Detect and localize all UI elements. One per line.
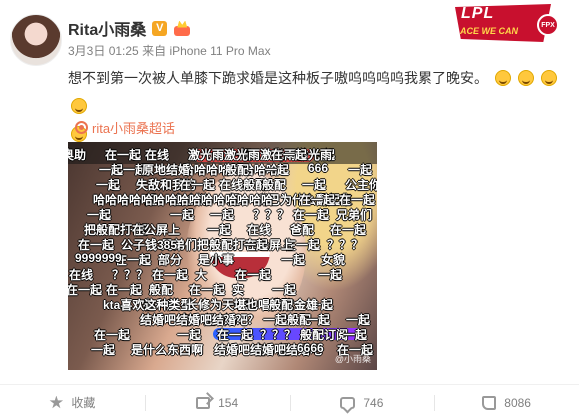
danmu-comment: 一起 <box>281 253 306 267</box>
danmu-comment: 大 <box>195 268 208 282</box>
post-image[interactable]: Onemoret... 同看虹宏超班呀喝 奥助 一起一起 失敌和我的 主会链 一起 在线在… <box>68 142 377 370</box>
share-icon <box>196 396 211 409</box>
favorite-label: 收藏 <box>71 396 96 410</box>
danmu-comment: ？？？ <box>327 238 364 252</box>
danmu-comment: 一起 <box>207 223 232 237</box>
danmu-comment: 一起 <box>306 313 331 327</box>
smile-emoji-icon <box>71 98 87 114</box>
danmu-comment: 在一起 <box>68 283 103 297</box>
team-logo: LPL ACE WE CAN FPX <box>455 4 559 42</box>
danmu-comment: ？？？ <box>253 208 290 222</box>
danmu-comment: 在一起 <box>271 148 308 162</box>
thumbs-up-icon <box>482 395 497 410</box>
danmu-layer: 奥助 一起一起 失敌和我的 主会链 一起 在线 在一起 女貌 在线 在一起 在一起 在一起 在一起 在一起… <box>68 142 377 370</box>
danmu-comment: 是什么东西啊 <box>131 343 204 357</box>
smile-emoji-icon <box>540 70 557 86</box>
supertopic-link[interactable]: rita小雨桑超话 <box>75 118 175 137</box>
favorite-button[interactable]: 收藏 <box>0 385 145 420</box>
danmu-comment: 一起 <box>343 328 368 342</box>
like-count: 8086 <box>504 395 531 410</box>
image-watermark: @小雨桑 <box>334 354 371 364</box>
source-prefix: 来自 <box>142 44 167 58</box>
share-button[interactable]: 154 <box>144 385 290 420</box>
danmu-comment: 爸配 <box>290 223 315 237</box>
danmu-comment: 在一起 <box>105 148 142 162</box>
user-header: Rita小雨桑 V <box>68 16 191 40</box>
danmu-comment: 公主你们可以直接说 <box>345 178 377 192</box>
danmu-comment: 666 <box>308 161 329 175</box>
user-name[interactable]: Rita小雨桑 <box>68 16 146 40</box>
danmu-comment: 般配 <box>225 163 250 177</box>
danmu-comment: 般配 <box>269 298 294 312</box>
danmu-comment: 哈哈哈哈哈哈哈哈哈哈哈哈哈哈哈 <box>93 193 274 207</box>
star-icon <box>49 395 64 409</box>
comment-icon <box>340 396 356 409</box>
source-device: iPhone 11 Pro Max <box>169 44 271 58</box>
comment-count: 746 <box>363 395 384 410</box>
smile-emoji-icon <box>494 70 511 86</box>
danmu-comment: 般配 <box>149 283 174 297</box>
verified-badge-icon: V <box>152 20 168 36</box>
danmu-comment: 一起 <box>244 238 269 252</box>
team-logo-slogan: ACE WE CAN <box>460 26 518 36</box>
smile-emoji-icon <box>517 70 534 86</box>
team-logo-title: LPL <box>461 5 495 22</box>
supertopic-label[interactable]: rita小雨桑超话 <box>92 118 175 137</box>
danmu-comment: ？？？ <box>260 328 297 342</box>
vip-crown-icon <box>173 21 191 36</box>
danmu-comment: 一起 <box>177 328 202 342</box>
comment-button[interactable]: 746 <box>289 385 435 420</box>
danmu-comment: 一起 <box>91 343 116 357</box>
danmu-comment: 部分 <box>158 253 183 267</box>
like-button[interactable]: 8086 <box>434 385 579 420</box>
action-bar: 收藏 154 746 8086 <box>0 384 579 420</box>
danmu-comment: ？？？ <box>223 313 260 327</box>
post-text: 想不到第一次被人单膝下跪求婚是这种板子嗷呜呜呜呜我累了晚安。 <box>68 70 488 86</box>
danmu-comment: 6666 <box>297 341 324 355</box>
team-logo-badge: FPX <box>537 14 559 36</box>
danmu-comment: 奥助 <box>68 148 87 162</box>
avatar[interactable] <box>10 14 62 66</box>
supertopic-icon <box>75 121 88 134</box>
post-meta: 3月3日 01:25 来自 iPhone 11 Pro Max <box>68 42 271 59</box>
danmu-comment: 在一起 <box>299 193 336 207</box>
post-time[interactable]: 01:25 <box>109 44 139 58</box>
danmu-comment: 9999999 <box>75 251 122 265</box>
danmu-comment: ？？？ <box>112 268 149 282</box>
share-count: 154 <box>218 395 239 410</box>
danmu-comment: 兄弟们 <box>336 208 373 222</box>
danmu-comment: 实 <box>232 283 245 297</box>
danmu-comment: 一起 <box>318 268 343 282</box>
post-date: 3月3日 <box>68 44 106 58</box>
